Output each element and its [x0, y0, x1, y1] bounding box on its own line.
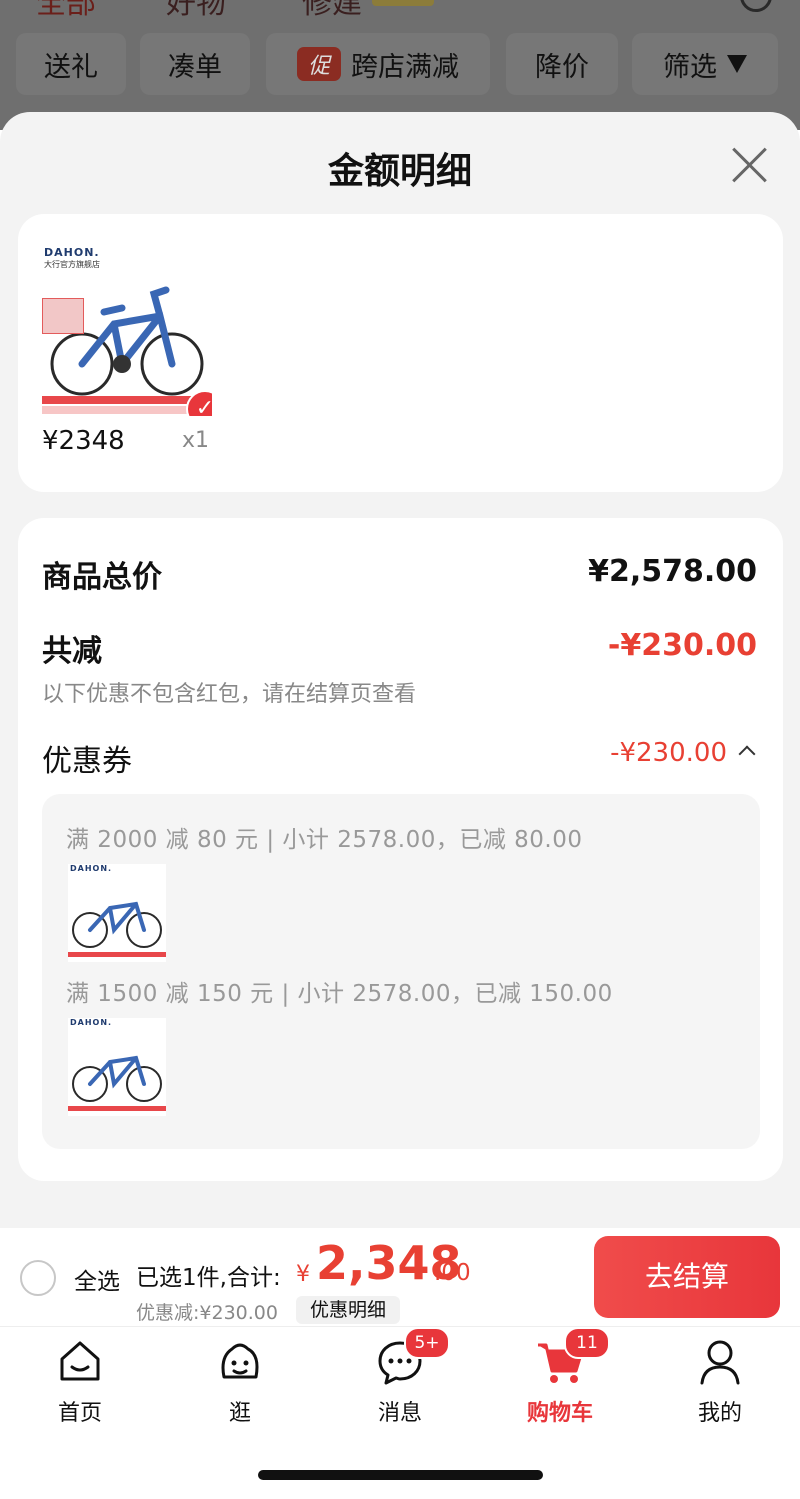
coupon-product-image-1: DAHON.	[68, 864, 166, 962]
selected-summary: 已选1件,合计:	[136, 1265, 281, 1291]
tab-explore-label: 逛	[228, 1401, 251, 1426]
promo-label-graphic	[42, 298, 84, 334]
coupon-stripe-1	[68, 952, 166, 957]
cart-badge: 11	[564, 1327, 610, 1359]
top-tab-goods[interactable]: 好物	[166, 0, 226, 22]
chip-bundle-label: 凑单	[168, 51, 222, 83]
product-card: DAHON. 大行官方旗舰店 ✓ ¥2348 x1	[18, 214, 783, 492]
sheet-title: 金额明细	[327, 151, 472, 192]
chip-price-drop-label: 降价	[535, 51, 589, 83]
bike-illustration-small	[72, 901, 162, 948]
profile-icon	[696, 1337, 744, 1385]
total-price-value: ¥2,578.00	[588, 554, 757, 589]
reduction-label: 共减	[42, 634, 102, 669]
red-packet-note: 以下优惠不包含红包，请在结算页查看	[42, 682, 417, 707]
close-icon[interactable]	[730, 146, 768, 184]
amount-detail-sheet: 金额明细 DAHON. 大行官方旗舰店 ✓ ¥2348 x1 商品总价 ¥2,5…	[0, 112, 800, 1228]
tab-messages[interactable]: 5+ 消息	[340, 1327, 460, 1427]
tab-home[interactable]: 首页	[20, 1337, 140, 1427]
top-tab-all[interactable]: 全部	[36, 0, 96, 22]
coupon-detail-box: 满 2000 减 80 元 | 小计 2578.00，已减 80.00 DAHO…	[42, 794, 760, 1149]
coupon-label: 优惠券	[42, 744, 132, 779]
discount-detail-button[interactable]: 优惠明细	[296, 1296, 400, 1324]
home-icon	[56, 1337, 104, 1385]
explore-icon	[216, 1337, 264, 1385]
chip-price-drop[interactable]: 降价	[506, 33, 618, 95]
chevron-up-icon[interactable]	[738, 745, 756, 763]
checkout-bar: 全选 已选1件,合计: ¥ 2,348 .00 优惠减:¥230.00 优惠明细…	[0, 1228, 800, 1326]
message-icon: 5+	[376, 1327, 450, 1385]
total-currency: ¥	[296, 1262, 310, 1287]
cart-icon: 11	[536, 1327, 610, 1385]
chip-filter-label: 筛选	[663, 51, 717, 83]
coupon-stripe-2	[68, 1106, 166, 1111]
tab-messages-label: 消息	[377, 1401, 422, 1426]
product-price: ¥2348	[42, 426, 125, 456]
tab-cart-label: 购物车	[526, 1401, 593, 1426]
chip-filter[interactable]: 筛选	[632, 33, 778, 95]
top-tab-repair[interactable]: 修建	[302, 0, 362, 22]
total-amount-decimal: .00	[434, 1260, 471, 1286]
tab-home-label: 首页	[57, 1401, 102, 1426]
chip-gift-label: 送礼	[44, 51, 98, 83]
checkout-button[interactable]: 去结算	[594, 1236, 780, 1318]
chip-gift[interactable]: 送礼	[16, 33, 126, 95]
top-tab-badge	[372, 0, 434, 6]
search-icon[interactable]	[740, 0, 772, 12]
reduction-value: -¥230.00	[607, 628, 757, 663]
coupon-value[interactable]: -¥230.00	[610, 738, 727, 768]
chip-bundle[interactable]: 凑单	[140, 33, 250, 95]
tab-explore[interactable]: 逛	[180, 1337, 300, 1427]
select-all-checkbox[interactable]	[20, 1260, 56, 1296]
coupon-rule-2: 满 1500 减 150 元 | 小计 2578.00，已减 150.00	[66, 981, 613, 1007]
product-quantity: x1	[182, 428, 210, 453]
select-all-label[interactable]: 全选	[74, 1262, 120, 1296]
tab-profile-label: 我的	[697, 1401, 742, 1426]
tab-profile[interactable]: 我的	[660, 1337, 780, 1427]
chip-cross-store-label: 跨店满减	[351, 51, 459, 83]
coupon-rule-1: 满 2000 减 80 元 | 小计 2578.00，已减 80.00	[66, 827, 583, 853]
discount-summary: 优惠减:¥230.00	[136, 1302, 278, 1324]
messages-badge: 5+	[404, 1327, 450, 1359]
total-price-label: 商品总价	[42, 560, 162, 595]
coupon-product-image-2: DAHON.	[68, 1018, 166, 1116]
home-indicator[interactable]	[258, 1470, 543, 1480]
promo-tag: 促	[297, 47, 341, 81]
tab-cart[interactable]: 11 购物车	[500, 1327, 620, 1427]
background-page-header: 全部 好物 修建 送礼 凑单 促 跨店满减 降价 筛选	[0, 0, 800, 130]
product-image[interactable]: DAHON. 大行官方旗舰店 ✓	[42, 246, 212, 416]
price-breakdown-card: 商品总价 ¥2,578.00 共减 -¥230.00 以下优惠不包含红包，请在结…	[18, 518, 783, 1181]
filter-icon	[727, 55, 747, 73]
chip-cross-store[interactable]: 促 跨店满减	[266, 33, 490, 95]
bike-illustration-small-2	[72, 1055, 162, 1102]
